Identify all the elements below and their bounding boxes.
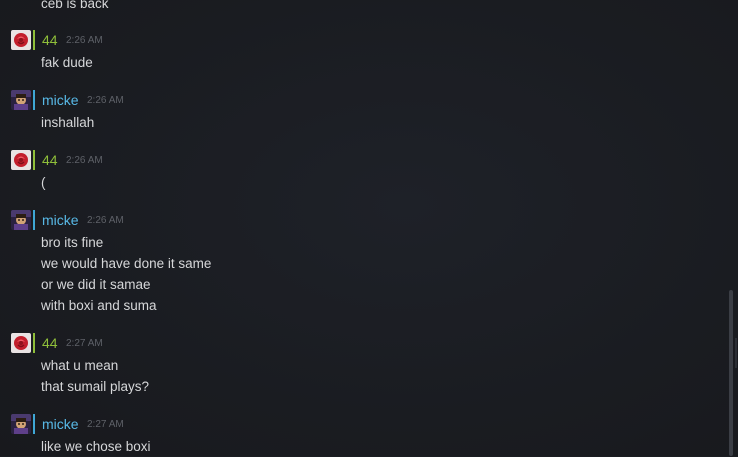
message-line: with boxi and suma (41, 298, 157, 313)
message-line: that sumail plays? (41, 379, 150, 394)
message-header: 44 2:26 AM (0, 150, 700, 172)
timestamp: 2:27 AM (87, 419, 124, 430)
message-group: 44 2:26 AM ( (0, 150, 700, 193)
message-group: micke 2:26 AM bro its fine we would have… (0, 210, 700, 316)
rose-avatar-icon[interactable] (11, 150, 31, 170)
username[interactable]: 44 (42, 334, 58, 352)
username[interactable]: micke (42, 211, 79, 229)
message-header: micke 2:26 AM (0, 210, 700, 232)
message-group: micke 2:26 AM inshallah (0, 90, 700, 133)
character-avatar-icon[interactable] (11, 210, 31, 230)
message-line: ceb is back (41, 0, 109, 11)
status-indicator (33, 150, 35, 170)
message-header: 44 2:26 AM (0, 30, 700, 52)
timestamp: 2:26 AM (66, 35, 103, 46)
character-avatar-icon[interactable] (11, 414, 31, 434)
message-line: bro its fine (41, 235, 104, 250)
message-line: inshallah (41, 115, 95, 130)
message-line: like we chose boxi (41, 439, 151, 454)
scrollbar-edge (735, 338, 737, 368)
message-line: ( (41, 175, 46, 190)
status-indicator (33, 414, 35, 434)
status-indicator (33, 210, 35, 230)
username[interactable]: micke (42, 91, 79, 109)
message-header: micke 2:27 AM (0, 414, 700, 436)
chat-log: ceb is back 44 2:26 AM fak dude micke 2:… (0, 0, 738, 456)
status-indicator (33, 90, 35, 110)
message-header: micke 2:26 AM (0, 90, 700, 112)
message-line: or we did it samae (41, 277, 151, 292)
message-group: 44 2:26 AM fak dude (0, 30, 700, 73)
username[interactable]: 44 (42, 151, 58, 169)
character-avatar-icon[interactable] (11, 90, 31, 110)
timestamp: 2:27 AM (66, 338, 103, 349)
rose-avatar-icon[interactable] (11, 30, 31, 50)
rose-avatar-icon[interactable] (11, 333, 31, 353)
status-indicator (33, 30, 35, 50)
timestamp: 2:26 AM (66, 155, 103, 166)
timestamp: 2:26 AM (87, 95, 124, 106)
scrollbar-thumb[interactable] (729, 290, 733, 456)
message-header: 44 2:27 AM (0, 333, 700, 355)
timestamp: 2:26 AM (87, 215, 124, 226)
message-line: what u mean (41, 358, 119, 373)
message-group: micke 2:27 AM like we chose boxi (0, 414, 700, 457)
message-group: 44 2:27 AM what u mean that sumail plays… (0, 333, 700, 397)
status-indicator (33, 333, 35, 353)
message-line: fak dude (41, 55, 93, 70)
message-line: we would have done it same (41, 256, 212, 271)
username[interactable]: micke (42, 415, 79, 433)
username[interactable]: 44 (42, 31, 58, 49)
